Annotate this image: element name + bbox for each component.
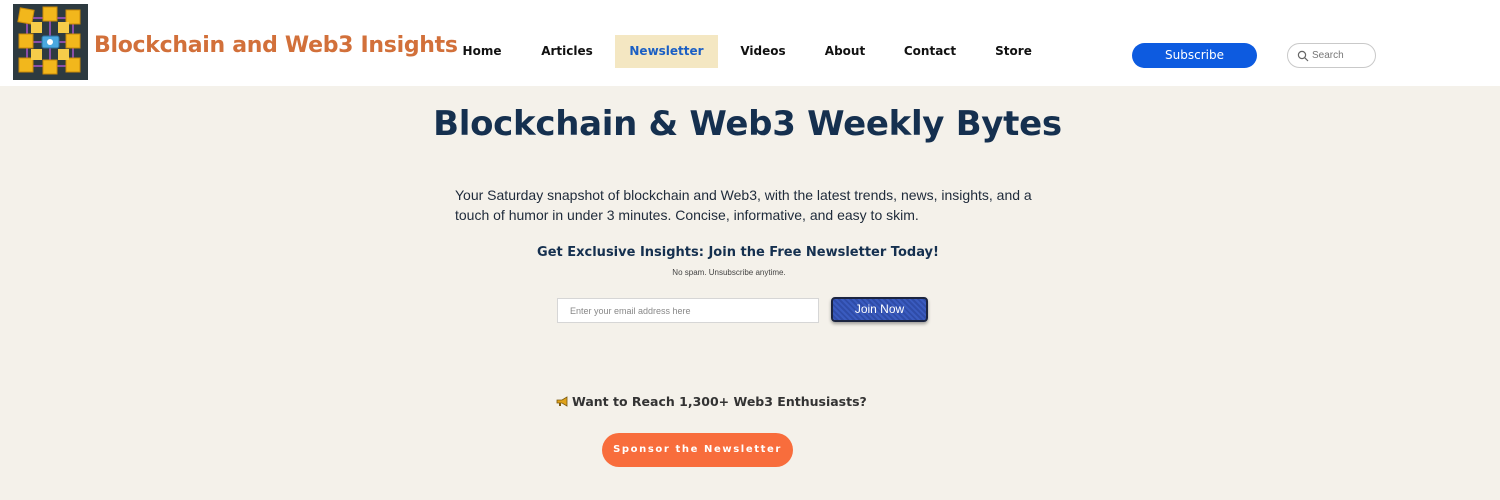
nav-item-home[interactable]: Home (450, 35, 514, 68)
newsletter-description: Your Saturday snapshot of blockchain and… (455, 185, 1035, 225)
site-header: Blockchain and Web3 Insights Home Articl… (0, 0, 1500, 86)
join-now-button[interactable]: Join Now (831, 297, 928, 322)
sponsor-prompt: Want to Reach 1,300+ Web3 Enthusiasts? (556, 394, 867, 409)
signup-disclaimer: No spam. Unsubscribe anytime. (672, 268, 786, 277)
page-title: Blockchain & Web3 Weekly Bytes (433, 104, 1062, 144)
nav-item-store[interactable]: Store (985, 35, 1042, 68)
nav-item-articles[interactable]: Articles (529, 35, 605, 68)
megaphone-icon (556, 396, 568, 407)
nav-item-about[interactable]: About (813, 35, 877, 68)
search-icon (1297, 50, 1309, 62)
search-box[interactable] (1287, 43, 1376, 68)
blockchain-cubes-icon (17, 6, 81, 75)
site-logo[interactable] (13, 4, 88, 80)
subscribe-button[interactable]: Subscribe (1132, 43, 1257, 68)
description-line-2: touch of humor in under 3 minutes. Conci… (455, 207, 919, 223)
nav-item-newsletter[interactable]: Newsletter (615, 35, 718, 68)
site-title[interactable]: Blockchain and Web3 Insights (94, 33, 458, 58)
sponsor-newsletter-button[interactable]: Sponsor the Newsletter (602, 433, 793, 467)
description-line-1: Your Saturday snapshot of blockchain and… (455, 187, 1032, 203)
email-field[interactable] (557, 298, 819, 323)
search-input[interactable] (1312, 47, 1370, 64)
nav-item-videos[interactable]: Videos (730, 35, 796, 68)
nav-item-contact[interactable]: Contact (895, 35, 965, 68)
signup-heading: Get Exclusive Insights: Join the Free Ne… (537, 245, 939, 260)
sponsor-prompt-text: Want to Reach 1,300+ Web3 Enthusiasts? (572, 394, 867, 409)
